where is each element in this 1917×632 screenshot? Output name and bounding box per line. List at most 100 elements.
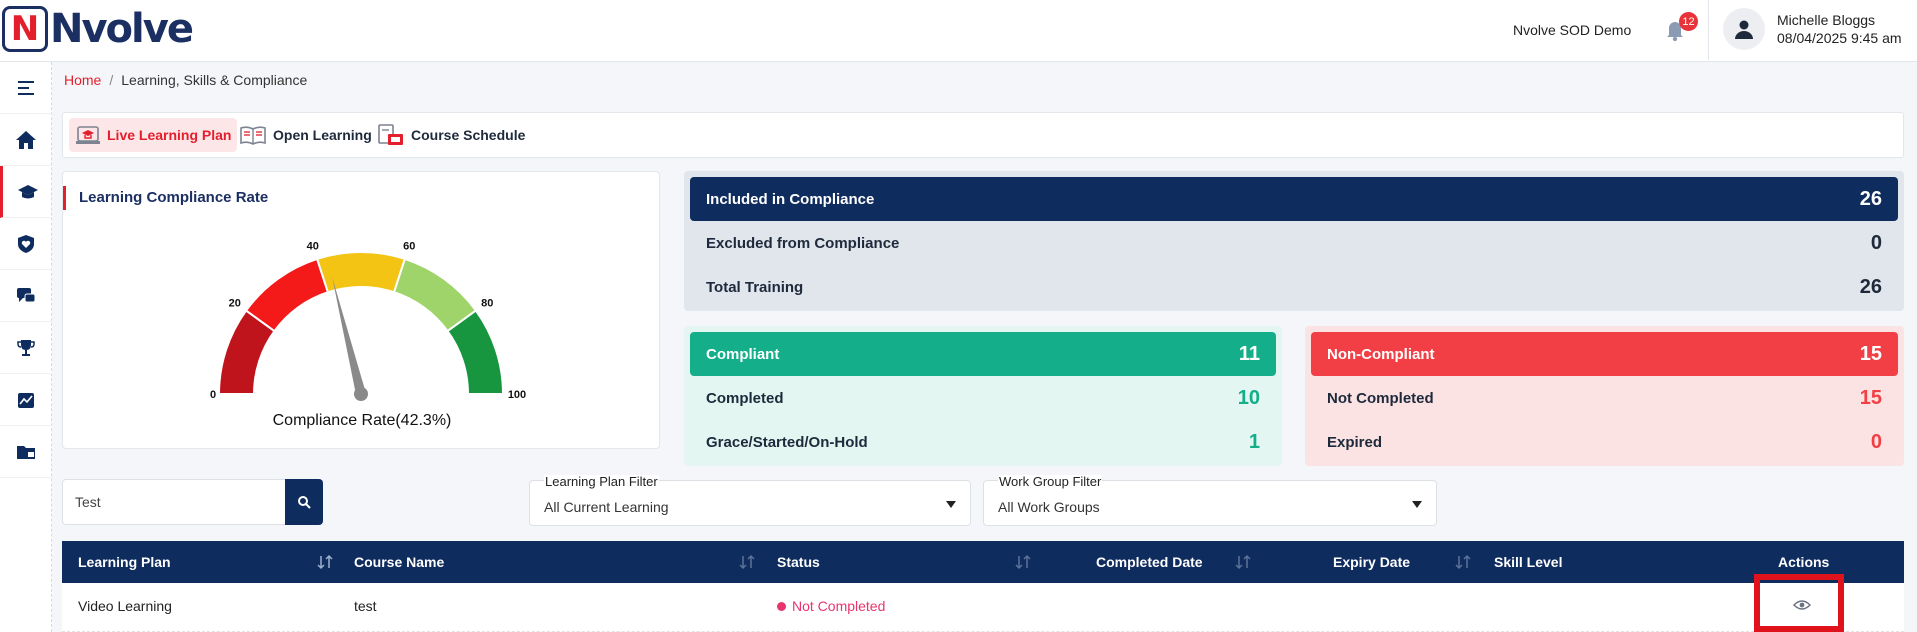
logo-letter: N [10,9,40,49]
completed-row[interactable]: Completed 10 [690,376,1276,420]
tab-course-schedule[interactable]: Course Schedule [371,118,531,152]
gauge-tick-label: 80 [481,297,493,309]
compliant-value: 11 [1238,342,1260,365]
column-expiry-date[interactable]: Expiry Date [1333,541,1410,583]
expired-row[interactable]: Expired 0 [1311,420,1898,464]
learning-plan-filter-label: Learning Plan Filter [544,474,659,489]
sort-icon[interactable] [316,553,334,571]
calendar-board-icon [378,124,403,145]
table-row[interactable]: Video Learning test Not Completed [62,583,1904,632]
column-skill-level[interactable]: Skill Level [1494,541,1562,583]
graduation-cap-icon[interactable] [0,166,52,218]
non-compliant-row[interactable]: Non-Compliant 15 [1311,332,1898,376]
grace-started-onhold-row[interactable]: Grace/Started/On-Hold 1 [690,420,1276,464]
work-group-filter-select[interactable]: Work Group Filter All Work Groups [983,475,1437,526]
non-compliant-value: 15 [1859,342,1882,365]
search-icon [298,496,311,509]
column-learning-plan[interactable]: Learning Plan [78,541,171,583]
gauge-tick-label: 60 [403,241,415,253]
actions-highlight-box [1754,574,1844,632]
search-button[interactable] [285,479,323,525]
grace-value: 1 [1248,430,1260,453]
breadcrumb-separator: / [109,72,114,88]
learning-tabs: Live Learning Plan Open Learning Course … [62,112,1904,158]
breadcrumb: Home / Learning, Skills & Compliance [64,72,307,88]
home-icon[interactable] [0,114,52,166]
gauge-tick-label: 20 [229,297,241,309]
compliance-gauge: 0 20 40 60 80 100 [210,241,526,401]
laptop-cap-icon [76,126,100,144]
chevron-down-icon [1412,501,1422,508]
chat-icon[interactable] [0,270,52,322]
nvolve-logo[interactable]: N Nvolve [2,6,194,52]
non-compliant-panel: Non-Compliant 15 Not Completed 15 Expire… [1305,326,1904,466]
excluded-from-compliance-row[interactable]: Excluded from Compliance 0 [690,221,1898,265]
user-name[interactable]: Michelle Bloggs [1777,12,1875,28]
column-course-name[interactable]: Course Name [354,541,444,583]
column-completed-date[interactable]: Completed Date [1096,541,1203,583]
compliant-label: Compliant [706,345,780,363]
menu-toggle-icon[interactable] [0,62,52,114]
table-header: Learning Plan Course Name Status Complet… [62,541,1904,583]
open-book-icon [240,126,266,145]
sort-icon[interactable] [1454,553,1472,571]
breadcrumb-home-link[interactable]: Home [64,72,101,88]
compliant-panel: Compliant 11 Completed 10 Grace/Started/… [684,326,1282,466]
folder-icon[interactable] [0,426,52,478]
included-value: 26 [1859,187,1882,210]
trophy-icon[interactable] [0,322,52,374]
top-header: N Nvolve Nvolve SOD Demo 12 Michelle Blo… [0,0,1917,62]
tab-label: Course Schedule [411,127,526,143]
status-text: Not Completed [792,598,886,614]
expired-value: 0 [1870,430,1882,453]
sort-icon[interactable] [1014,553,1032,571]
chevron-down-icon [946,501,956,508]
completed-label: Completed [706,389,784,407]
work-group-filter-label: Work Group Filter [998,474,1103,489]
logo-text: Nvolve [50,6,194,52]
compliance-rate-label: Compliance Rate [272,412,396,429]
column-status[interactable]: Status [777,541,820,583]
cell-course-name: test [354,598,377,614]
total-training-label: Total Training [706,278,804,296]
compliance-rate-caption: Compliance Rate(42.3%) [63,412,661,430]
gauge-tick-label: 40 [307,241,319,253]
completed-value: 10 [1237,386,1260,409]
tab-label: Open Learning [273,127,372,143]
compliance-rate-card: Learning Compliance Rate 0 20 40 60 80 100 Co… [62,171,660,449]
tab-open-learning[interactable]: Open Learning [233,118,378,152]
user-avatar-icon[interactable] [1723,8,1765,50]
sort-icon[interactable] [738,553,756,571]
status-badge: Not Completed [777,598,885,614]
non-compliant-label: Non-Compliant [1327,345,1435,363]
chart-icon[interactable] [0,374,52,426]
sort-icon[interactable] [1234,553,1252,571]
expired-label: Expired [1327,433,1383,451]
breadcrumb-current: Learning, Skills & Compliance [121,72,308,88]
sidebar [0,62,52,632]
gauge-needle [332,277,366,396]
compliance-summary-panel: Included in Compliance 26 Excluded from … [684,171,1904,311]
compliance-rate-value: (42.3%) [395,412,452,429]
excluded-value: 0 [1870,231,1882,254]
work-group-filter-value: All Work Groups [998,499,1100,515]
tab-label: Live Learning Plan [107,127,232,143]
tab-live-learning-plan[interactable]: Live Learning Plan [69,118,238,152]
excluded-label: Excluded from Compliance [706,234,900,252]
gauge-tick-label: 100 [508,389,526,401]
not-completed-row[interactable]: Not Completed 15 [1311,376,1898,420]
learning-plan-filter-select[interactable]: Learning Plan Filter All Current Learnin… [529,475,971,526]
organisation-name[interactable]: Nvolve SOD Demo [1513,22,1631,38]
included-label: Included in Compliance [706,190,875,208]
search-input[interactable] [62,479,286,525]
notification-count-badge: 12 [1679,12,1698,31]
included-in-compliance-row[interactable]: Included in Compliance 26 [690,177,1898,221]
header-divider [1708,0,1709,60]
compliant-row[interactable]: Compliant 11 [690,332,1276,376]
total-training-row[interactable]: Total Training 26 [690,265,1898,309]
gauge-tick-label: 0 [210,389,216,401]
logo-mark: N [2,6,48,52]
grace-label: Grace/Started/On-Hold [706,433,868,451]
gauge-band [315,251,407,294]
shield-heart-icon[interactable] [0,218,52,270]
